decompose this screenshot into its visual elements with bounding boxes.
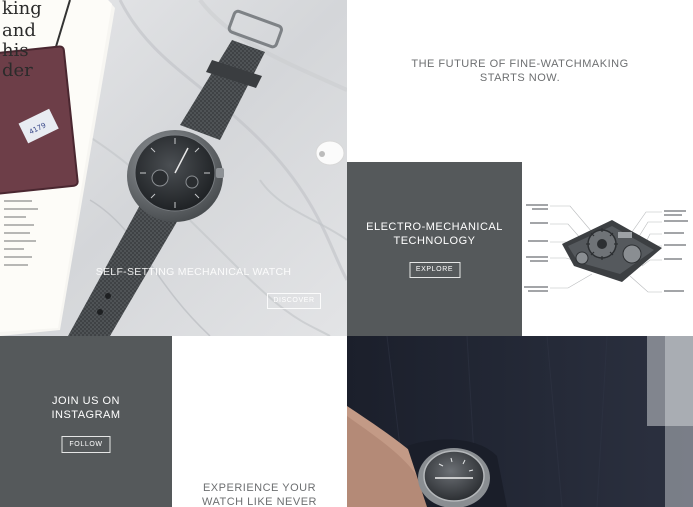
book-word: king [2,0,42,19]
discover-button[interactable]: DISCOVER [267,293,321,309]
experience-line-2: WATCH LIKE NEVER [202,496,317,507]
hero-image: 4179 kingandhisder [0,0,347,336]
explore-button[interactable]: EXPLORE [409,262,460,278]
instagram-line-1: JOIN US ON [52,395,120,407]
tagline-panel: THE FUTURE OF FINE-WATCHMAKING STARTS NO… [347,0,693,162]
wrist-photo [347,336,693,507]
tech-panel: ELECTRO-MECHANICAL TECHNOLOGY EXPLORE [347,162,522,337]
hero-panel: 4179 king and his der SELF-SETTING MECHA… [0,0,347,336]
mechanism-panel [522,162,693,337]
tech-line-2: TECHNOLOGY [393,235,476,247]
instagram-line-2: INSTAGRAM [51,409,121,421]
experience-line-1: EXPERIENCE YOUR [202,482,317,494]
hero-title: SELF-SETTING MECHANICAL WATCH [95,266,292,278]
book-word: his [2,40,29,61]
tech-line-1: ELECTRO-MECHANICAL [366,221,503,233]
experience-panel: EXPERIENCE YOUR WATCH LIKE NEVER [172,336,347,507]
book-word: der [2,60,33,81]
instagram-panel: JOIN US ON INSTAGRAM FOLLOW [0,336,172,507]
wrist-photo-panel [347,336,693,507]
book-word: and [2,20,36,41]
tagline-line-1: THE FUTURE OF FINE-WATCHMAKING [411,58,629,70]
tagline-line-2: STARTS NOW. [479,72,561,84]
mechanism-image [524,204,688,293]
follow-button[interactable]: FOLLOW [61,436,111,453]
